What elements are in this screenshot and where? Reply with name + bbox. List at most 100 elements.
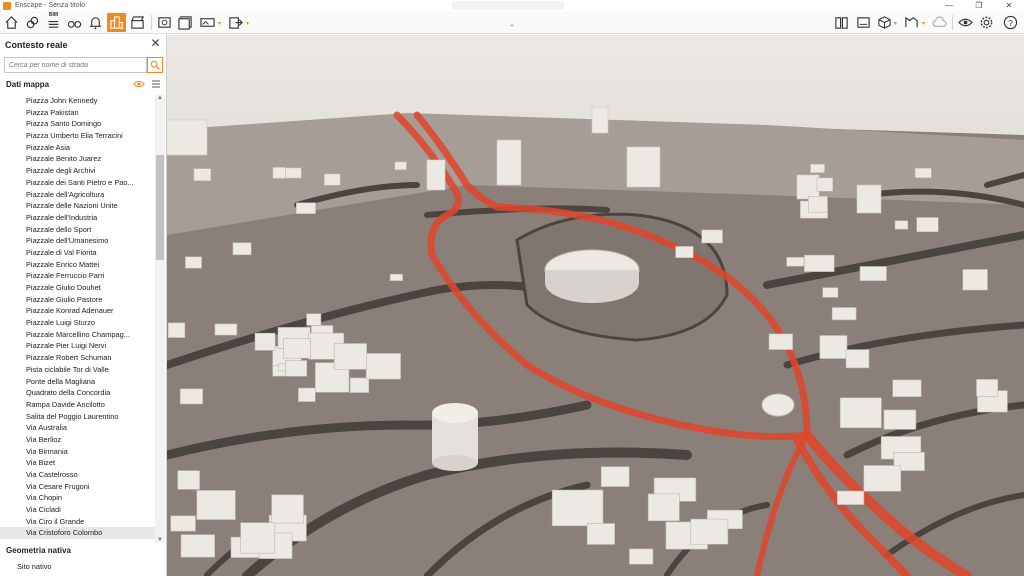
list-item[interactable]: Piazzale Asia xyxy=(0,142,155,154)
scroll-down-icon[interactable]: ▼ xyxy=(157,537,163,543)
scroll-up-icon[interactable]: ▲ xyxy=(157,95,163,101)
panorama-button[interactable] xyxy=(198,13,217,32)
list-item[interactable]: Via Birmania xyxy=(0,446,155,458)
3d-viewport[interactable] xyxy=(167,35,1024,576)
list-item[interactable]: Piazzale dell'Umanesimo xyxy=(0,235,155,247)
cloud-icon xyxy=(932,16,947,27)
building xyxy=(816,177,834,192)
gear-icon xyxy=(980,16,993,29)
map-data-section: Dati mappa xyxy=(0,78,167,91)
list-item[interactable]: Piazzale dei Santi Pietro e Pao... xyxy=(0,177,155,189)
list-item[interactable]: Piazzale Giulio Pastore xyxy=(0,294,155,306)
list-item[interactable]: Piazzale Giulio Douhet xyxy=(0,282,155,294)
building xyxy=(976,379,999,397)
list-item[interactable]: Piazzale Benito Juarez xyxy=(0,153,155,165)
list-item[interactable]: Piazza John Kennedy xyxy=(0,95,155,107)
export-button[interactable] xyxy=(226,13,245,32)
list-item[interactable]: Piazzale dell'Industria xyxy=(0,212,155,224)
list-item[interactable]: Piazzale Luigi Sturzo xyxy=(0,317,155,329)
building xyxy=(600,466,630,487)
eye-icon[interactable] xyxy=(133,79,145,89)
list-item[interactable]: Piazzale delle Nazioni Unite xyxy=(0,200,155,212)
building xyxy=(839,397,882,429)
list-item[interactable]: Piazzale di Val Fiorita xyxy=(0,247,155,259)
scrollbar-thumb[interactable] xyxy=(156,155,164,260)
menu-icon[interactable] xyxy=(151,79,161,89)
building xyxy=(389,273,403,281)
list-item[interactable]: Via Cicladi xyxy=(0,504,155,516)
binoculars-button[interactable] xyxy=(65,13,84,32)
building xyxy=(586,523,616,545)
building xyxy=(170,515,196,532)
list-item[interactable]: Via Berlioz xyxy=(0,434,155,446)
list-item[interactable]: Piazzale dello Sport xyxy=(0,224,155,236)
title-bar-search[interactable] xyxy=(452,1,564,10)
list-item[interactable]: Via Ciro il Grande xyxy=(0,516,155,528)
list-item[interactable]: Piazza Santo Domingo xyxy=(0,118,155,130)
building xyxy=(768,333,793,350)
close-window-button[interactable]: ✕ xyxy=(994,0,1024,11)
list-item[interactable]: Piazzale Marcellino Champag... xyxy=(0,329,155,341)
list-item[interactable]: Via Cesare Frugoni xyxy=(0,481,155,493)
list-item[interactable]: Piazza Umberto Elia Terracini xyxy=(0,130,155,142)
building xyxy=(822,287,839,298)
building xyxy=(193,168,212,182)
search-button[interactable] xyxy=(147,57,163,73)
list-item[interactable]: Piazzale dell'Agricoltura xyxy=(0,189,155,201)
material-button[interactable] xyxy=(902,13,921,32)
building xyxy=(859,266,887,281)
settings-button[interactable] xyxy=(977,13,996,32)
maximize-button[interactable]: ❐ xyxy=(964,0,994,11)
cube-button[interactable] xyxy=(875,13,894,32)
list-item[interactable]: Via Bizet xyxy=(0,457,155,469)
home-icon xyxy=(5,16,18,29)
visibility-button[interactable] xyxy=(956,13,975,32)
list-item[interactable]: Salita del Poggio Laurentino xyxy=(0,411,155,423)
list-item[interactable]: Piazzale Pier Luigi Nervi xyxy=(0,340,155,352)
list-item[interactable]: Piazzale Ferruccio Parri xyxy=(0,270,155,282)
link-button[interactable] xyxy=(23,13,42,32)
cloud-button[interactable] xyxy=(930,13,949,32)
list-item[interactable]: Piazzale Robert Schuman xyxy=(0,352,155,364)
list-item[interactable]: Via Cristoforo Colombo xyxy=(0,527,155,540)
list-item[interactable]: Rampa Davide Ancilotto xyxy=(0,399,155,411)
list-item[interactable]: Piazzale degli Archivi xyxy=(0,165,155,177)
list-item[interactable]: Via Chopin xyxy=(0,492,155,504)
cylinder-tower-top xyxy=(432,403,478,423)
material-dropdown-icon[interactable]: ▾ xyxy=(922,20,925,27)
list-item[interactable]: Piazzale Enrico Mattei xyxy=(0,259,155,271)
screenshot-icon xyxy=(158,17,171,28)
list-item[interactable]: Via Australia xyxy=(0,422,155,434)
camera-button[interactable] xyxy=(854,13,873,32)
help-button[interactable]: ? xyxy=(1001,13,1020,32)
list-item[interactable]: Pista ciclabile Tor di Valle xyxy=(0,364,155,376)
site-context-button[interactable] xyxy=(107,13,126,32)
panorama-dropdown-icon[interactable]: ▾ xyxy=(218,20,221,27)
street-list-scrollbar[interactable]: ▲ ▼ xyxy=(155,95,165,543)
city-render[interactable] xyxy=(167,35,1024,576)
minimize-button[interactable]: — xyxy=(934,0,964,11)
building xyxy=(214,323,238,336)
screenshot-button[interactable] xyxy=(155,13,174,32)
native-site-item[interactable]: Sito nativo xyxy=(17,562,52,571)
batch-render-button[interactable] xyxy=(176,13,195,32)
home-button[interactable] xyxy=(2,13,21,32)
chevron-up-icon[interactable]: ⌃ xyxy=(506,24,518,33)
export-dropdown-icon[interactable]: ▾ xyxy=(246,20,249,27)
list-item[interactable]: Piazzale Konrad Adenauer xyxy=(0,305,155,317)
list-item[interactable]: Ponte della Magliana xyxy=(0,376,155,388)
close-panel-button[interactable]: ✕ xyxy=(149,37,162,50)
bim-button[interactable]: BIM xyxy=(44,12,63,32)
cube-dropdown-icon[interactable]: ▾ xyxy=(894,20,897,27)
asset-library-button[interactable] xyxy=(832,13,851,32)
bell-button[interactable] xyxy=(86,13,105,32)
link-icon xyxy=(26,16,39,29)
building xyxy=(883,409,917,430)
video-editor-button[interactable] xyxy=(128,13,147,32)
building xyxy=(285,360,308,377)
list-item[interactable]: Piazza Pakistan xyxy=(0,107,155,119)
list-item[interactable]: Quadrato della Concordia xyxy=(0,387,155,399)
list-item[interactable]: Via Castelrosso xyxy=(0,469,155,481)
building xyxy=(808,196,828,213)
street-search-input[interactable] xyxy=(4,57,147,73)
